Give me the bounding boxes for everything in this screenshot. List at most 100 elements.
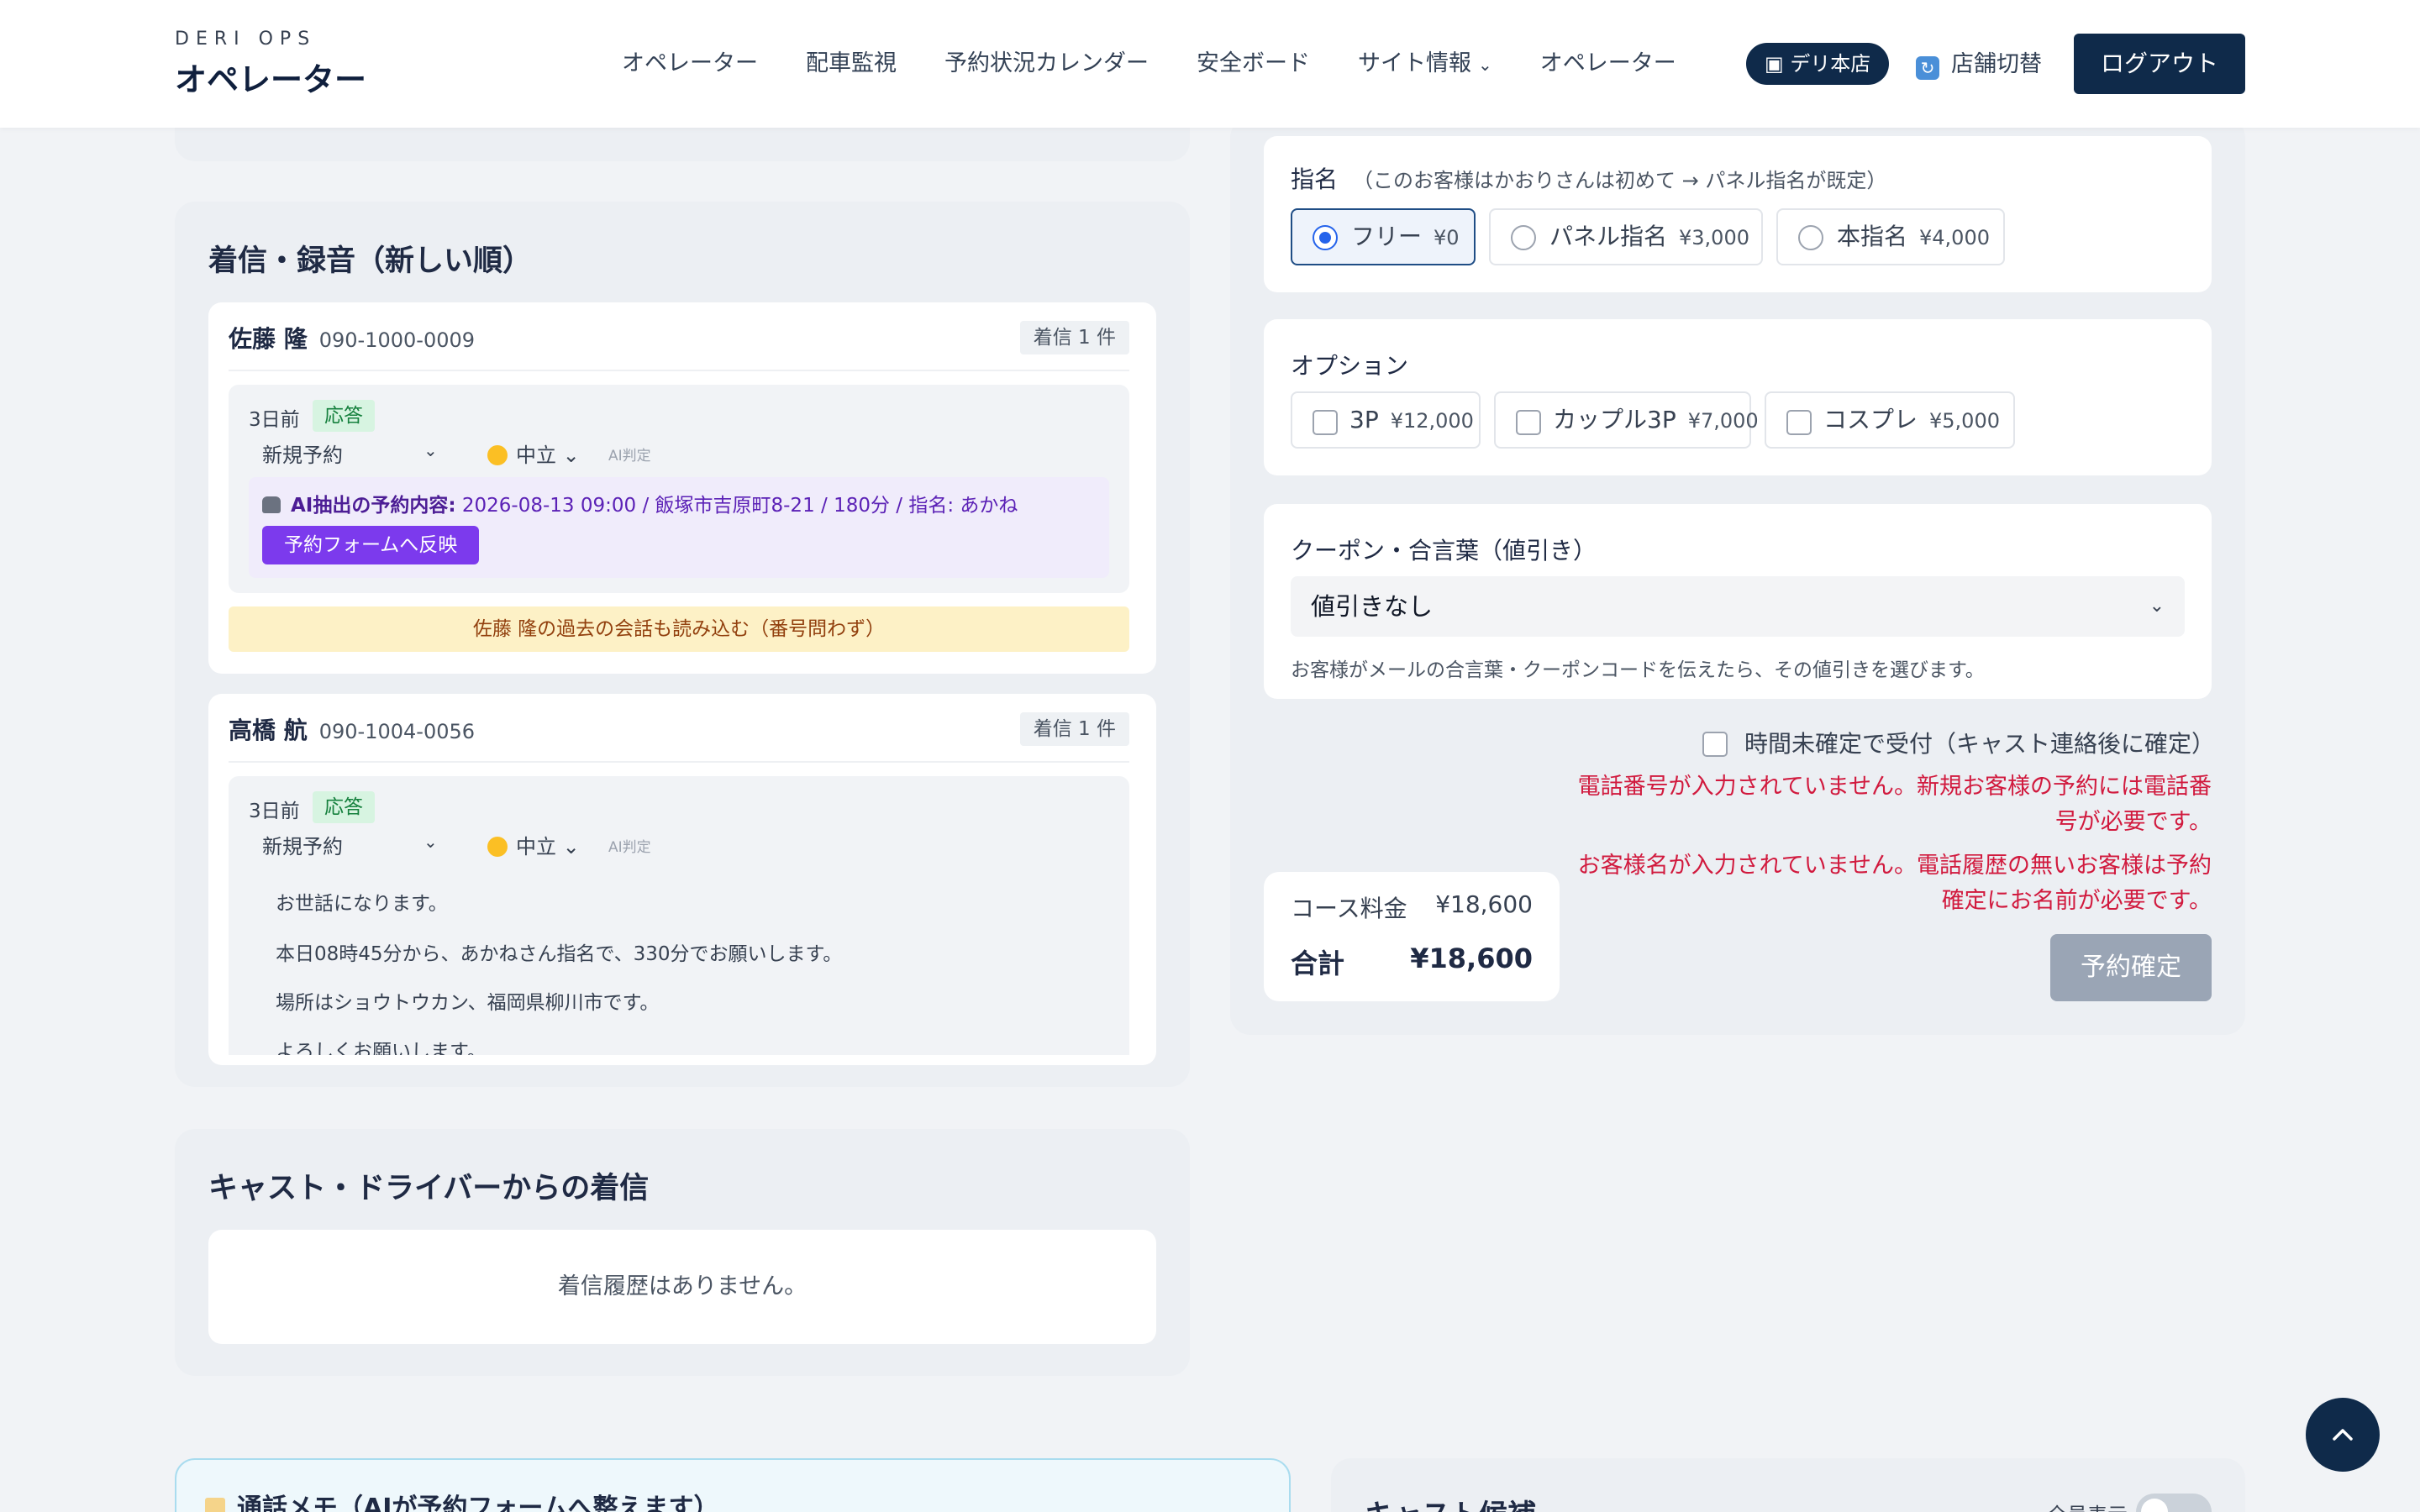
nomination-free-radio[interactable]: フリー ¥0 <box>1291 208 1476 265</box>
call-time-ago: 3日前 <box>249 409 300 431</box>
caller-name-text: 佐藤 隆 <box>229 325 308 353</box>
status-badge: 応答 <box>313 791 375 823</box>
ai-extraction-line: AI抽出の予約内容: 2026-08-13 09:00 / 飯塚市吉原町8-21… <box>262 489 1018 517</box>
course-fee-row: コース料金 ¥18,600 <box>1291 890 1533 924</box>
ai-extraction-text: 2026-08-13 09:00 / 飯塚市吉原町8-21 / 180分 / 指… <box>461 495 1018 517</box>
option-label: 3P <box>1349 406 1379 433</box>
refresh-icon: ↻ <box>1916 56 1939 80</box>
time-undecided-label: 時間未確定で受付（キャスト連絡後に確定） <box>1744 730 2216 758</box>
store-switch-label: 店舗切替 <box>1951 51 2042 77</box>
coupon-help-text: お客様がメールの合言葉・クーポンコードを伝えたら、その値引きを選びます。 <box>1291 659 1985 681</box>
nomination-label: 指名 （このお客様はかおりさんは初めて → パネル指名が既定） <box>1291 161 1886 195</box>
store-switch-button[interactable]: ↻ 店舗切替 <box>1916 45 2042 80</box>
time-undecided-checkbox[interactable]: 時間未確定で受付（キャスト連絡後に確定） <box>1702 726 2215 759</box>
show-all-toggle[interactable] <box>2136 1494 2212 1512</box>
radio-dot <box>1313 225 1338 250</box>
coupon-select[interactable]: 値引きなし ⌄ <box>1291 576 2185 637</box>
caller-name-text: 高橋 航 <box>229 717 308 744</box>
neutral-face-icon <box>487 445 508 465</box>
nomination-note: （このお客様はかおりさんは初めて → パネル指名が既定） <box>1353 169 1887 192</box>
shop-badge-label: デリ本店 <box>1790 52 1871 76</box>
checkbox <box>1516 410 1541 435</box>
coupon-selected-value: 値引きなし <box>1311 592 1434 621</box>
call-item: 3日前 応答 新規予約 ⌄ 中立 ⌄ AI判定 お世話になります。 本日08時45… <box>229 776 1129 1055</box>
option-cosplay-checkbox[interactable]: コスプレ ¥5,000 <box>1765 391 2015 449</box>
nav-dispatch-monitor[interactable]: 配車監視 <box>806 45 897 77</box>
chevron-down-icon: ⌄ <box>424 440 438 460</box>
memo-title: 通話メモ（AIが予約フォームへ整えます） <box>205 1487 718 1512</box>
caller-phone: 090-1000-0009 <box>318 328 476 352</box>
ai-extraction-label: AI抽出の予約内容: <box>291 495 456 517</box>
error-phone-missing: 電話番号が入力されていません。新規お客様の予約には電話番号が必要です。 <box>1577 774 2212 835</box>
option-price: ¥5,000 <box>1929 409 2000 433</box>
mood-select[interactable]: 中立 ⌄ <box>487 830 580 859</box>
error-name-missing: お客様名が入力されていません。電話履歴の無いお客様は予約確定にお名前が必要です。 <box>1577 853 2212 914</box>
cast-calls-title: キャスト・ドライバーからの着信 <box>208 1172 650 1205</box>
status-badge: 応答 <box>313 400 375 432</box>
nav-reservation-calendar[interactable]: 予約状況カレンダー <box>944 45 1149 77</box>
nomination-section: 指名 （このお客様はかおりさんは初めて → パネル指名が既定） フリー ¥0 パネル… <box>1264 136 2212 292</box>
nav-site-info[interactable]: サイト情報 ⌄ <box>1358 45 1492 77</box>
option-label: 本指名 <box>1837 223 1908 250</box>
call-group: 佐藤 隆 090-1000-0009 着信 1 件 3日前 応答 新規予約 ⌄ 中立… <box>208 302 1156 674</box>
chevron-down-icon: ⌄ <box>2149 596 2165 617</box>
shop-badge: ▣ デリ本店 <box>1746 43 1890 85</box>
mood-select[interactable]: 中立 ⌄ <box>487 438 580 468</box>
caller-name: 高橋 航 090-1004-0056 <box>229 712 475 746</box>
empty-state: 着信履歴はありません。 <box>208 1230 1156 1344</box>
divider <box>229 761 1129 763</box>
call-memo-card: 通話メモ（AIが予約フォームへ整えます） <box>175 1458 1291 1512</box>
nomination-panel-radio[interactable]: パネル指名 ¥3,000 <box>1489 208 1763 265</box>
brand-title[interactable]: オペレーター <box>175 54 366 100</box>
operator-page: DERI OPS オペレーター オペレーター 配車監視 予約状況カレンダー 安全… <box>0 0 2420 1512</box>
transcript-line: お世話になります。 <box>276 893 448 915</box>
option-price: ¥3,000 <box>1679 226 1749 249</box>
scroll-to-top-button[interactable] <box>2306 1398 2380 1472</box>
ai-judge-label: AI判定 <box>608 448 651 465</box>
options-label: オプション <box>1291 352 1409 380</box>
memo-icon <box>205 1498 225 1512</box>
nav-operator[interactable]: オペレーター <box>622 45 758 77</box>
nav-operator-2[interactable]: オペレーター <box>1540 45 1676 77</box>
option-price: ¥0 <box>1434 226 1460 249</box>
option-couple-3p-checkbox[interactable]: カップル3P ¥7,000 <box>1494 391 1759 449</box>
total-row: 合計 ¥18,600 <box>1291 942 1533 981</box>
neutral-face-icon <box>487 837 508 857</box>
nomination-main-radio[interactable]: 本指名 ¥4,000 <box>1776 208 2005 265</box>
call-count-badge: 着信 1 件 <box>1019 321 1129 354</box>
calls-recordings-card: 着信・録音（新しい順） 佐藤 隆 090-1000-0009 着信 1 件 3日前… <box>175 202 1190 1087</box>
call-type-select[interactable]: 新規予約 ⌄ <box>262 830 438 859</box>
chevron-down-icon: ⌄ <box>556 444 580 467</box>
transcript-line: 本日08時45分から、あかねさん指名で、330分でお願いします。 <box>276 943 843 965</box>
logout-button[interactable]: ログアウト <box>2074 34 2245 94</box>
nav-safety-board[interactable]: 安全ボード <box>1197 45 1310 77</box>
confirm-reservation-button[interactable]: 予約確定 <box>2050 934 2212 1001</box>
transcript-line: 場所はショウトウカン、福岡県柳川市です。 <box>276 992 660 1014</box>
top-header: DERI OPS オペレーター オペレーター 配車監視 予約状況カレンダー 安全… <box>0 0 2420 128</box>
show-all-label: 全員表示 <box>2047 1499 2128 1512</box>
call-type-select[interactable]: 新規予約 ⌄ <box>262 438 438 468</box>
store-icon: ▣ <box>1765 52 1791 76</box>
option-price: ¥12,000 <box>1390 409 1474 433</box>
call-type-value: 新規予約 <box>262 444 343 467</box>
apply-to-form-button[interactable]: 予約フォームへ反映 <box>262 526 480 564</box>
nav-site-info-label: サイト情報 <box>1358 50 1471 76</box>
call-count-badge: 着信 1 件 <box>1019 712 1129 746</box>
cast-candidates-title: キャスト候補 <box>1365 1492 1536 1512</box>
option-price: ¥4,000 <box>1919 226 1990 249</box>
course-fee-label: コース料金 <box>1291 895 1407 922</box>
call-item: 3日前 応答 新規予約 ⌄ 中立 ⌄ AI判定 AI抽出の予約内容: 2026-0… <box>229 385 1129 593</box>
checkbox <box>1786 410 1812 435</box>
robot-icon <box>262 496 281 513</box>
call-type-value: 新規予約 <box>262 835 343 858</box>
chevron-down-icon: ⌄ <box>556 835 580 858</box>
mood-value: 中立 <box>516 835 556 858</box>
nomination-label-text: 指名 <box>1291 165 1339 193</box>
chevron-down-icon: ⌄ <box>1478 54 1492 75</box>
load-past-conversations-button[interactable]: 佐藤 隆の過去の会話も読み込む（番号問わず） <box>229 606 1129 652</box>
checkbox <box>1313 410 1338 435</box>
option-label: フリー <box>1351 223 1423 250</box>
cast-candidates-card: キャスト候補 全員表示 <box>1331 1458 2245 1512</box>
option-3p-checkbox[interactable]: 3P ¥12,000 <box>1291 391 1481 449</box>
transcript-line: よろしくお願いします。 <box>276 1041 487 1055</box>
